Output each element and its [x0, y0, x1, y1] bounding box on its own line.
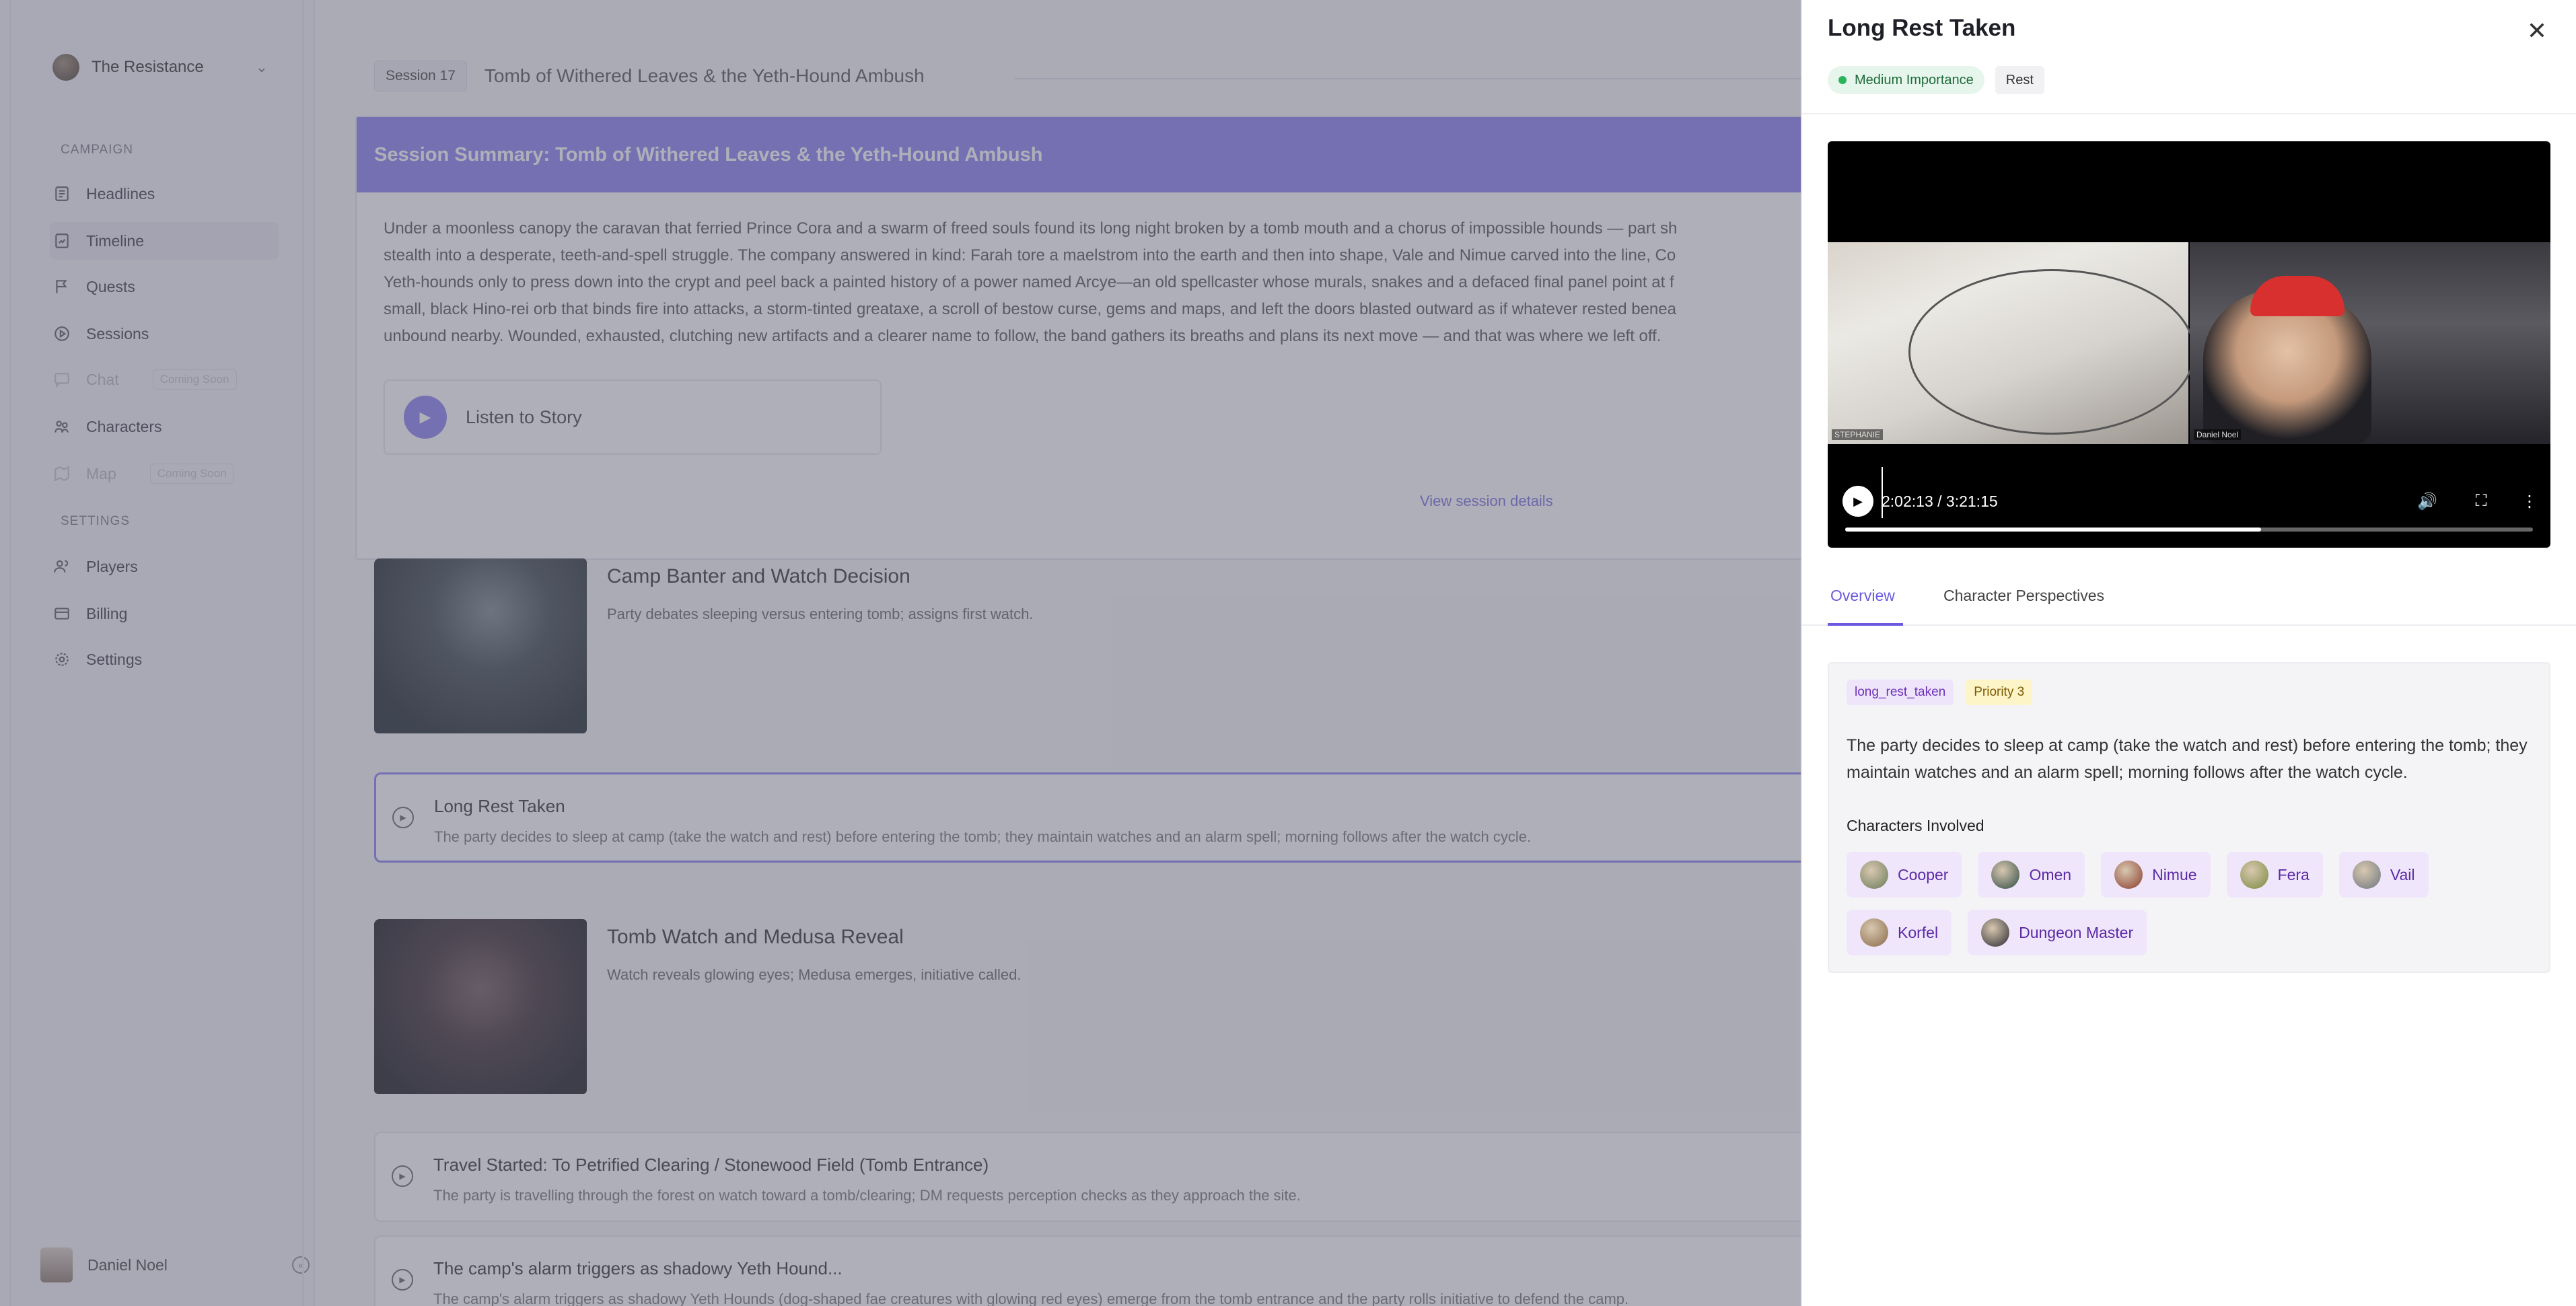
player-cap — [2250, 276, 2345, 316]
active-tab-indicator — [1828, 623, 1903, 626]
video-feed-table: STEPHANIE — [1828, 242, 2195, 444]
avatar — [1860, 918, 1888, 947]
event-description: The party decides to sleep at camp (take… — [1847, 736, 2528, 782]
character-chip[interactable]: Omen — [1978, 852, 2085, 898]
character-chip[interactable]: Cooper — [1847, 852, 1962, 898]
overview-panel: long_rest_taken Priority 3 The party dec… — [1828, 662, 2550, 973]
avatar — [2114, 861, 2143, 889]
camera-label: STEPHANIE — [1832, 429, 1884, 440]
avatar — [2240, 861, 2268, 889]
avatar — [1981, 918, 2010, 947]
character-name: Cooper — [1898, 865, 1949, 883]
priority-tag: Priority 3 — [1966, 680, 2033, 705]
modal-backdrop[interactable] — [0, 0, 1801, 1306]
character-chip[interactable]: Fera — [2226, 852, 2323, 898]
avatar — [1860, 861, 1888, 889]
close-icon[interactable]: ✕ — [2524, 17, 2550, 44]
event-type-tag: long_rest_taken — [1847, 680, 1954, 705]
video-player[interactable]: STEPHANIE Daniel Noel ▶ 2:02:13 / 3:21:1… — [1828, 141, 2550, 548]
importance-label: Medium Importance — [1855, 72, 1974, 87]
character-name: Nimue — [2152, 865, 2197, 883]
character-chip[interactable]: Korfel — [1847, 910, 1952, 955]
status-dot — [1838, 76, 1847, 84]
category-badge: Rest — [1995, 66, 2044, 94]
play-icon[interactable]: ▶ — [1842, 486, 1873, 517]
fullscreen-icon[interactable]: ⛶ — [2470, 490, 2493, 513]
character-name: Vail — [2390, 865, 2415, 883]
characters-involved-label: Characters Involved — [1847, 817, 1984, 834]
divider — [1802, 113, 2576, 114]
video-feed-player: Daniel Noel — [2190, 242, 2550, 444]
character-chip[interactable]: Nimue — [2101, 852, 2211, 898]
volume-icon[interactable]: 🔊 — [2416, 490, 2439, 513]
tab-character-perspectives[interactable]: Character Perspectives — [1943, 587, 2104, 605]
tab-overview[interactable]: Overview — [1830, 587, 1895, 605]
camera-label: Daniel Noel — [2194, 429, 2242, 440]
character-chip-list: Cooper Omen Nimue Fera Vail Korfel Dungeon Mas… — [1847, 852, 2540, 955]
character-chip[interactable]: Vail — [2338, 852, 2429, 898]
drawer-title: Long Rest Taken — [1828, 15, 2016, 41]
badge-row: Medium Importance Rest — [1828, 66, 2044, 94]
more-vertical-icon[interactable]: ⋮ — [2518, 490, 2541, 513]
importance-badge: Medium Importance — [1828, 66, 1984, 94]
video-progress-slider[interactable] — [1845, 528, 2533, 532]
character-chip[interactable]: Dungeon Master — [1968, 910, 2147, 955]
character-name: Fera — [2277, 865, 2310, 883]
avatar — [2352, 861, 2381, 889]
video-progress-fill — [1845, 528, 2262, 532]
event-detail-drawer: Long Rest Taken ✕ Medium Importance Rest… — [1801, 0, 2576, 1306]
character-name: Omen — [2029, 865, 2072, 883]
tag-row: long_rest_taken Priority 3 — [1847, 680, 2033, 705]
avatar — [1991, 861, 2020, 889]
video-time: 2:02:13 / 3:21:15 — [1882, 493, 1998, 510]
character-name: Korfel — [1898, 923, 1939, 941]
video-controls: ▶ 2:02:13 / 3:21:15 🔊 ⛶ ⋮ — [1828, 467, 2550, 548]
drawer-tabs: Overview Character Perspectives — [1802, 580, 2576, 626]
character-name: Dungeon Master — [2019, 923, 2134, 941]
